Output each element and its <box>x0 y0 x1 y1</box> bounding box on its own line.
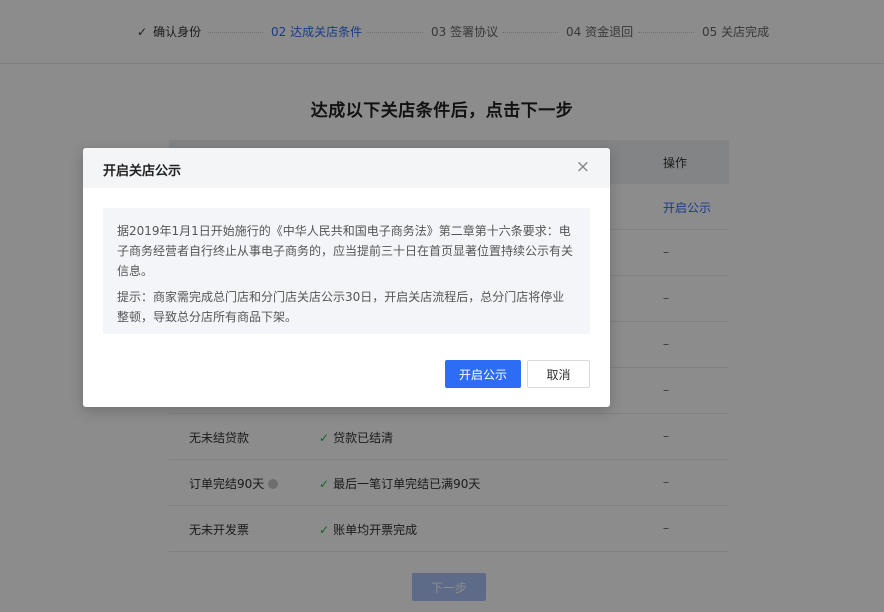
start-notice-dialog: 开启关店公示 × 据2019年1月1日开始施行的《中华人民共和国电子商务法》第二… <box>83 148 610 407</box>
close-icon[interactable]: × <box>576 157 590 177</box>
notice-box: 据2019年1月1日开始施行的《中华人民共和国电子商务法》第二章第十六条要求：电… <box>103 208 590 334</box>
start-notice-button[interactable]: 开启公示 <box>445 360 521 388</box>
dialog-header: 开启关店公示 × <box>83 148 610 188</box>
notice-law-text: 据2019年1月1日开始施行的《中华人民共和国电子商务法》第二章第十六条要求：电… <box>117 224 574 278</box>
cancel-button[interactable]: 取消 <box>527 360 590 388</box>
notice-tip-text: 提示：商家需完成总门店和分门店关店公示30日，开启关店流程后，总分门店将停业整顿… <box>117 290 565 324</box>
dialog-title: 开启关店公示 <box>103 164 182 179</box>
